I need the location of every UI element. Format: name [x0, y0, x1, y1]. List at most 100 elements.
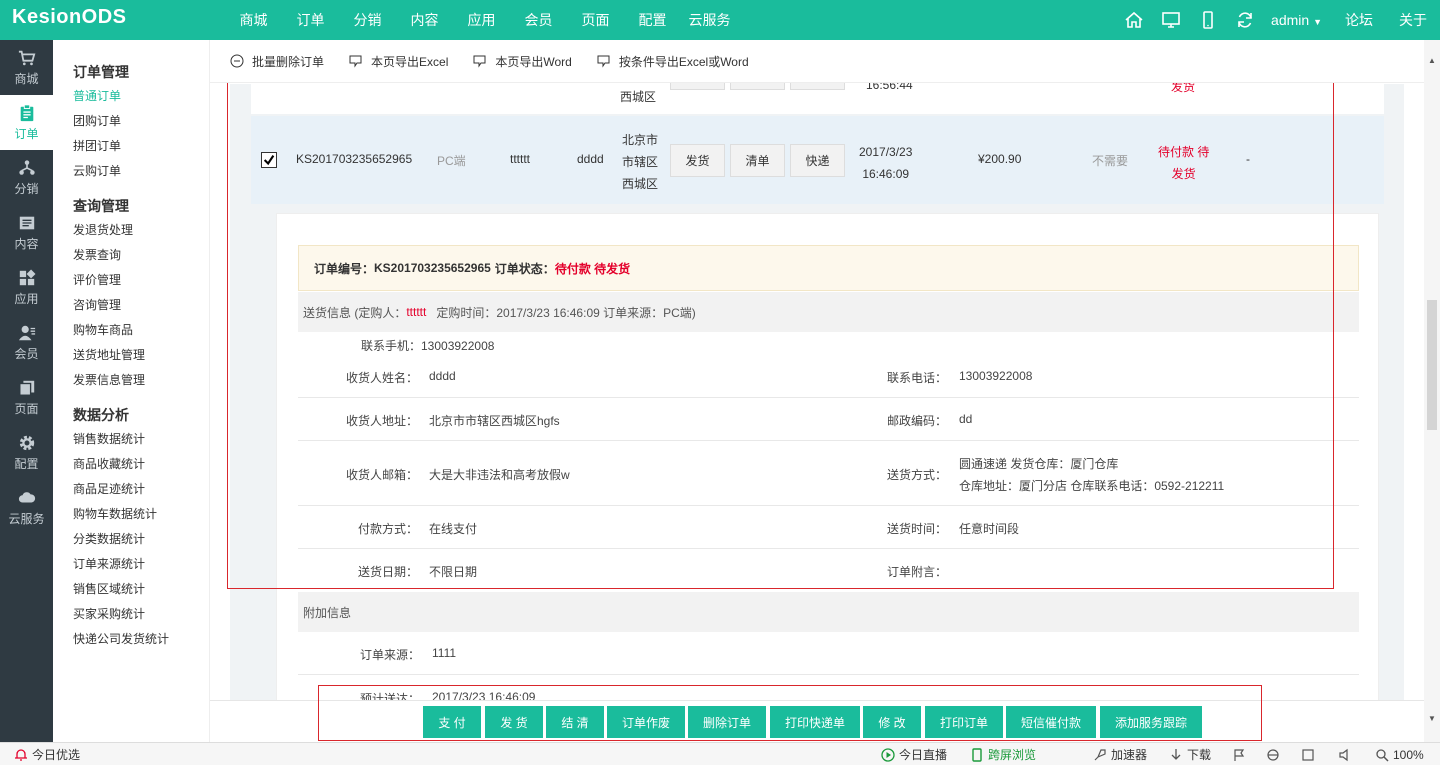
sidebar-item-label: 会员 — [14, 346, 39, 361]
sidebar-item-config[interactable]: 配置 — [0, 425, 53, 480]
top-nav-bar: KesionODS 商城 订单 分销 内容 应用 会员 页面 配置 云服务 ad… — [0, 0, 1440, 40]
submenu-item-reviews[interactable]: 评价管理 — [53, 272, 209, 297]
submenu-item-returns[interactable]: 发退货处理 — [53, 222, 209, 247]
submenu-item-normal-orders[interactable]: 普通订单 — [53, 88, 209, 113]
submenu-group-title: 查询管理 — [73, 198, 129, 214]
nav-apps[interactable]: 应用 — [453, 0, 510, 40]
void-order-button[interactable]: 订单作废 — [607, 706, 685, 738]
submenu-item-buyer-stats[interactable]: 买家采购统计 — [53, 606, 209, 631]
download[interactable]: 下载 — [1169, 743, 1211, 766]
nav-members[interactable]: 会员 — [510, 0, 567, 40]
export-excel-button[interactable]: 本页导出Excel — [349, 53, 448, 70]
submenu-item-sales-stats[interactable]: 销售数据统计 — [53, 431, 209, 456]
app-logo[interactable]: KesionODS — [12, 6, 127, 29]
extra-cell: - — [1246, 152, 1250, 166]
export-conditional-button[interactable]: 按条件导出Excel或Word — [597, 53, 749, 70]
today-live[interactable]: 今日直播 — [881, 743, 947, 766]
refresh-icon[interactable] — [1226, 0, 1263, 40]
submenu-item-category-stats[interactable]: 分类数据统计 — [53, 531, 209, 556]
minus-circle-icon — [230, 54, 244, 68]
sidebar-item-pages[interactable]: 页面 — [0, 370, 53, 425]
sidebar-item-distribution[interactable]: 分销 — [0, 150, 53, 205]
submenu-item-favorites-stats[interactable]: 商品收藏统计 — [53, 456, 209, 481]
vertical-scrollbar[interactable]: ▲ ▼ — [1424, 40, 1440, 742]
ie-icon[interactable] — [1266, 743, 1284, 766]
zoom-control[interactable]: 100% — [1375, 743, 1424, 766]
submenu-item-invoice-info[interactable]: 发票信息管理 — [53, 372, 209, 397]
sidebar-item-members[interactable]: 会员 — [0, 315, 53, 370]
pay-button[interactable]: 支 付 — [423, 706, 481, 738]
field-label: 送货方式： — [886, 468, 947, 482]
nav-pages[interactable]: 页面 — [567, 0, 624, 40]
sidebar-item-label: 页面 — [14, 401, 39, 416]
volume-icon[interactable] — [1338, 743, 1356, 766]
delete-order-button[interactable]: 删除订单 — [688, 706, 766, 738]
export-word-button[interactable]: 本页导出Word — [473, 53, 572, 70]
submenu-item-footprint-stats[interactable]: 商品足迹统计 — [53, 481, 209, 506]
submenu-item-group-orders[interactable]: 团购订单 — [53, 113, 209, 138]
print-express-button[interactable]: 打印快递单 — [770, 706, 860, 738]
batch-delete-button[interactable]: 批量删除订单 — [230, 53, 324, 70]
amount-cell: ¥200.90 — [978, 152, 1022, 166]
nav-config[interactable]: 配置 — [624, 0, 681, 40]
today-picks[interactable]: 今日优选 — [14, 743, 80, 766]
settle-order-button[interactable]: 结 清 — [546, 706, 604, 738]
flag-icon[interactable] — [1232, 743, 1250, 766]
home-icon[interactable] — [1115, 0, 1152, 40]
cross-screen[interactable]: 跨屏浏览 — [970, 743, 1036, 766]
order-status-label: 订单状态： — [494, 261, 555, 276]
sms-reminder-button[interactable]: 短信催付款 — [1006, 706, 1096, 738]
delivery-buyer: tttttt — [406, 305, 427, 319]
forum-link[interactable]: 论坛 — [1332, 10, 1386, 30]
submenu-item-source-stats[interactable]: 订单来源统计 — [53, 556, 209, 581]
ship-button[interactable]: 发货 — [670, 144, 725, 177]
newspaper-icon — [19, 216, 34, 229]
mobile-icon[interactable] — [1189, 0, 1226, 40]
play-icon — [881, 747, 895, 762]
scroll-down-icon[interactable]: ▼ — [1428, 714, 1436, 723]
about-link[interactable]: 关于 — [1386, 10, 1440, 30]
row-checkbox[interactable] — [261, 152, 277, 168]
submenu-item-cart-goods[interactable]: 购物车商品 — [53, 322, 209, 347]
print-order-button[interactable]: 打印订单 — [925, 706, 1003, 738]
submenu-item-express-stats[interactable]: 快递公司发货统计 — [53, 631, 209, 656]
user-menu[interactable]: admin ▼ — [1263, 12, 1332, 28]
sidebar-item-orders[interactable]: 订单 — [0, 95, 53, 150]
accelerator[interactable]: 加速器 — [1093, 743, 1147, 766]
nav-mall[interactable]: 商城 — [225, 0, 282, 40]
scrollbar-thumb[interactable] — [1427, 300, 1437, 430]
window-icon[interactable] — [1301, 743, 1319, 766]
submenu-item-invoice-query[interactable]: 发票查询 — [53, 247, 209, 272]
ship-order-button[interactable]: 发 货 — [485, 706, 543, 738]
submenu-item-address[interactable]: 送货地址管理 — [53, 347, 209, 372]
sidebar-item-apps[interactable]: 应用 — [0, 260, 53, 315]
order-number-cell[interactable]: KS201703235652965 — [296, 152, 412, 166]
contact-mobile: 联系手机：13003922008 — [361, 339, 495, 353]
magnifier-icon — [1376, 748, 1389, 762]
receiver-cell: dddd — [577, 152, 604, 166]
field-label: 订单来源： — [359, 648, 420, 662]
scroll-up-icon[interactable]: ▲ — [1428, 56, 1436, 65]
sidebar-item-content[interactable]: 内容 — [0, 205, 53, 260]
nav-content[interactable]: 内容 — [396, 0, 453, 40]
submenu-item-region-stats[interactable]: 销售区域统计 — [53, 581, 209, 606]
browser-status-bar: 今日优选 今日直播 跨屏浏览 加速器 下载 100% — [0, 742, 1440, 765]
add-service-tracking-button[interactable]: 添加服务跟踪 — [1100, 706, 1202, 738]
nav-orders[interactable]: 订单 — [282, 0, 339, 40]
export-icon — [349, 55, 362, 68]
download-label: 下载 — [1187, 748, 1212, 762]
settle-button[interactable]: 清单 — [730, 144, 785, 177]
nav-distribution[interactable]: 分销 — [339, 0, 396, 40]
sidebar-item-mall[interactable]: 商城 — [0, 40, 53, 95]
invoice-cell: 不需要 — [1092, 154, 1129, 168]
desktop-icon[interactable] — [1152, 0, 1189, 40]
submenu-item-cart-stats[interactable]: 购物车数据统计 — [53, 506, 209, 531]
express-button[interactable]: 快递 — [790, 144, 845, 177]
modify-button[interactable]: 修 改 — [863, 706, 921, 738]
submenu-item-team-orders[interactable]: 拼团订单 — [53, 138, 209, 163]
nav-cloud[interactable]: 云服务 — [681, 0, 738, 40]
submenu-item-cloud-orders[interactable]: 云购订单 — [53, 163, 209, 188]
extra-info-title: 附加信息 — [303, 605, 352, 620]
sidebar-item-cloud[interactable]: 云服务 — [0, 480, 53, 535]
submenu-item-consult[interactable]: 咨询管理 — [53, 297, 209, 322]
